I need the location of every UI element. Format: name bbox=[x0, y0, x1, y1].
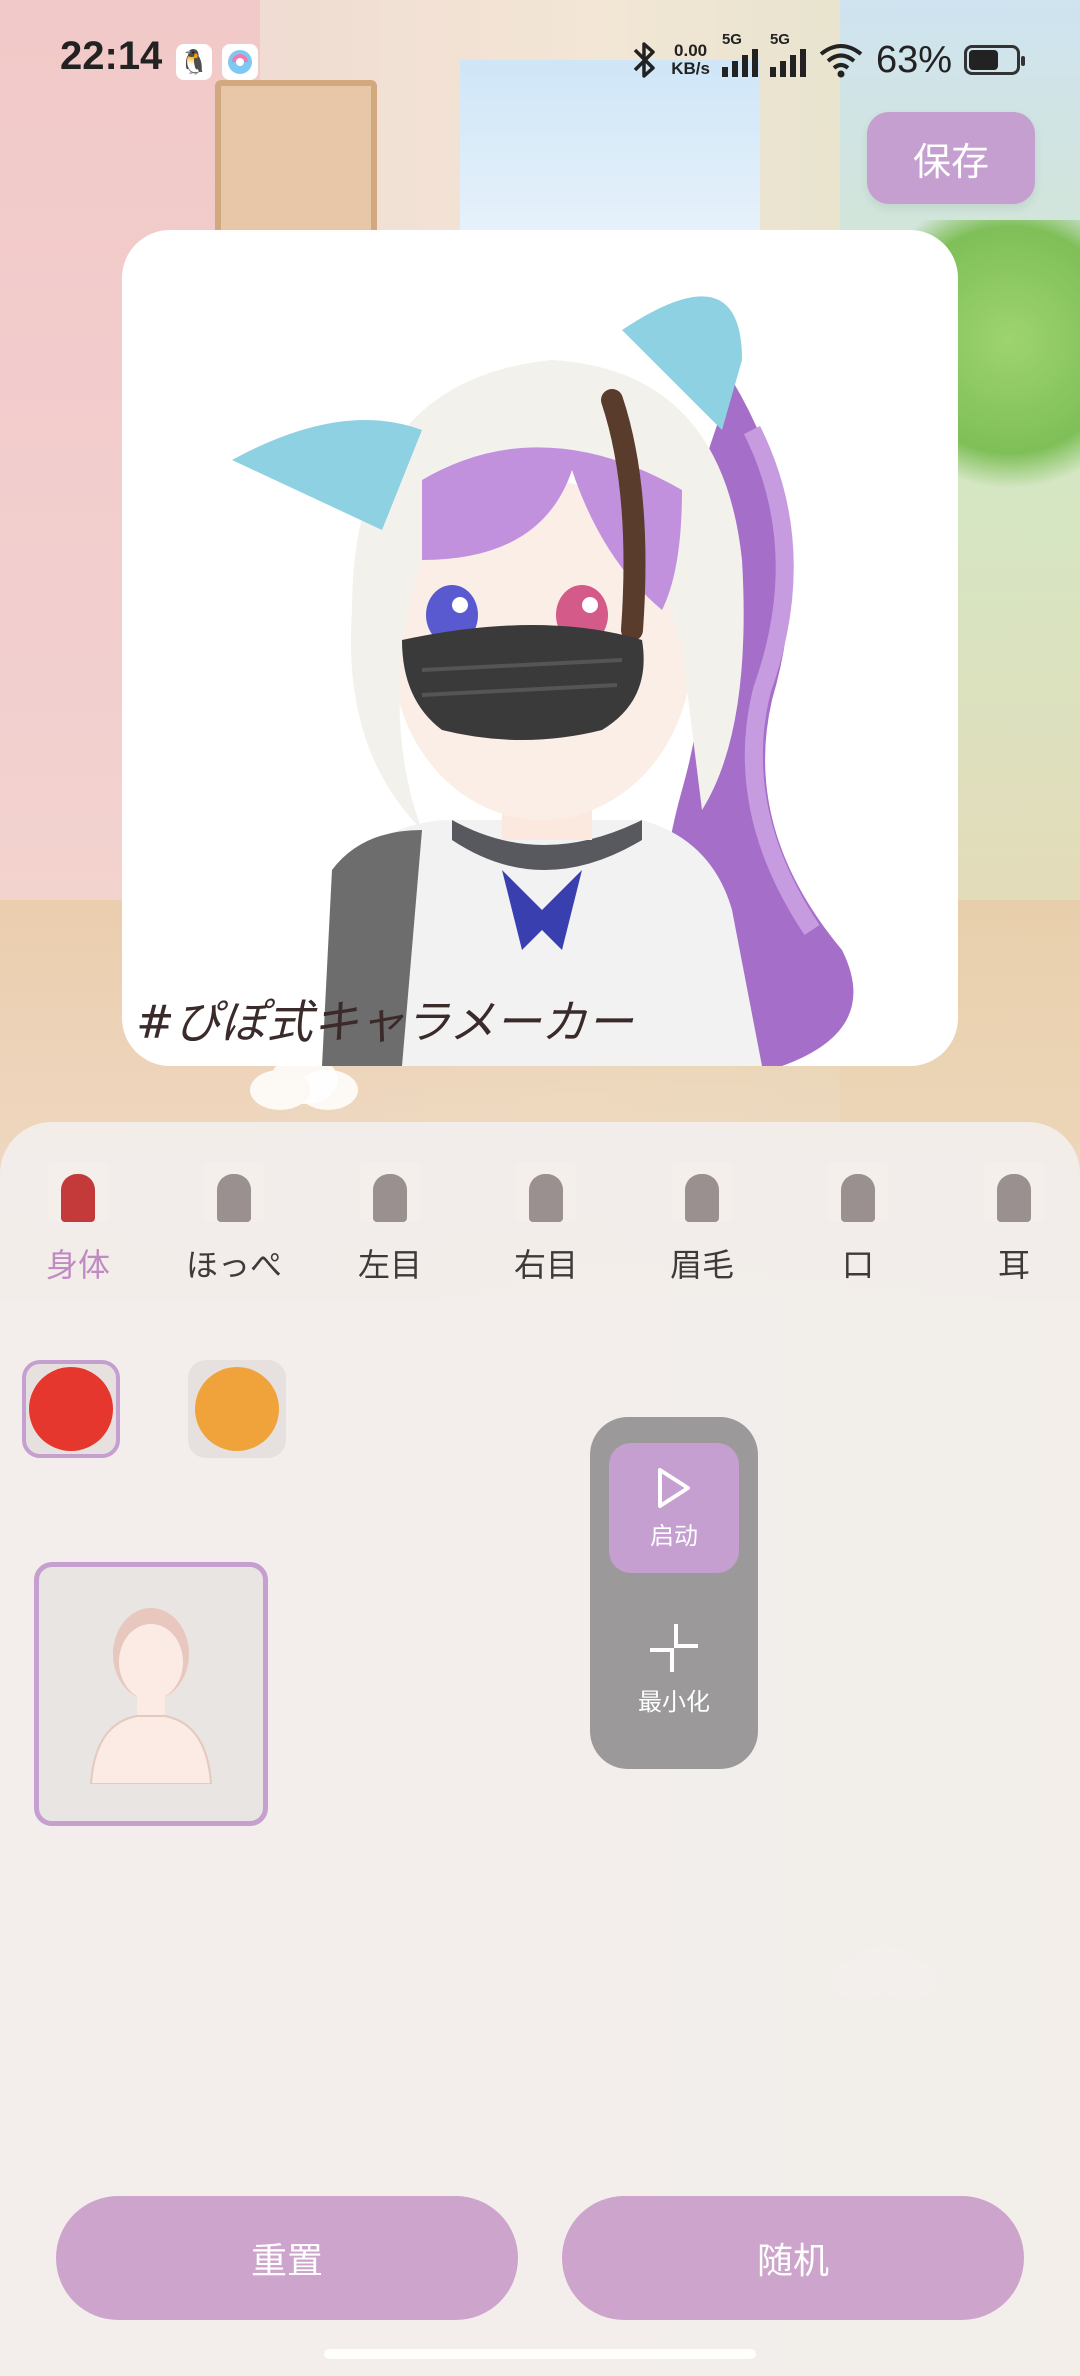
floating-control: 启动 最小化 bbox=[590, 1417, 758, 1769]
category-thumbnail bbox=[516, 1162, 576, 1222]
character-illustration bbox=[232, 296, 854, 1066]
category-thumbnail bbox=[672, 1162, 732, 1222]
minimize-label: 最小化 bbox=[638, 1687, 710, 1716]
category-label: 口 bbox=[841, 1246, 874, 1284]
category-thumbnail bbox=[828, 1162, 888, 1222]
character-preview: #ぴぽ式キャラメーカー bbox=[122, 230, 958, 1066]
signal-network-tag: 5G bbox=[721, 31, 742, 48]
category-thumbnail bbox=[48, 1162, 108, 1222]
body-base-thumbnail bbox=[89, 1608, 213, 1784]
qq-icon: 🐧 bbox=[176, 44, 212, 80]
tab-mouth[interactable]: 口 bbox=[780, 1162, 936, 1322]
category-label: 右目 bbox=[513, 1246, 578, 1284]
battery-percent: 63% bbox=[875, 38, 952, 81]
battery-fill bbox=[969, 50, 998, 70]
minimize-button[interactable]: 最小化 bbox=[609, 1603, 739, 1733]
background-cloud bbox=[250, 1070, 310, 1110]
minimize-icon bbox=[650, 1623, 698, 1672]
body-part-option[interactable] bbox=[34, 1562, 268, 1826]
category-label: 左目 bbox=[357, 1246, 422, 1284]
tab-right-eye[interactable]: 右目 bbox=[468, 1162, 624, 1322]
category-label: 眉毛 bbox=[669, 1246, 734, 1284]
category-thumbnail bbox=[984, 1162, 1044, 1222]
start-button[interactable]: 启动 bbox=[609, 1443, 739, 1573]
category-label: 耳 bbox=[997, 1246, 1030, 1284]
home-indicator[interactable] bbox=[324, 2349, 756, 2359]
status-bar: 22:14 🐧 0.00 KB/s 5G 5G 63% bbox=[0, 0, 1080, 120]
color-swatch-red[interactable] bbox=[22, 1360, 120, 1458]
bluetooth-icon bbox=[633, 42, 655, 78]
signal-icon: 5G bbox=[769, 31, 806, 77]
signal-network-tag: 5G bbox=[769, 31, 790, 48]
preview-watermark: #ぴぽ式キャラメーカー bbox=[136, 995, 634, 1049]
app-badge-icon bbox=[222, 44, 258, 80]
random-button[interactable]: 随机 bbox=[562, 2196, 1024, 2320]
network-speed: 0.00 KB/s bbox=[671, 42, 710, 78]
tab-cheeks[interactable]: ほっぺ bbox=[156, 1162, 312, 1322]
signal-icon: 5G bbox=[721, 31, 758, 77]
color-swatch-orange[interactable] bbox=[188, 1360, 286, 1458]
network-speed-value: 0.00 bbox=[674, 41, 708, 60]
battery-icon bbox=[964, 45, 1025, 75]
status-indicators: 0.00 KB/s 5G 5G 63% bbox=[631, 31, 1025, 84]
color-dot bbox=[195, 1367, 279, 1451]
category-thumbnail bbox=[204, 1162, 264, 1222]
category-tabs: 身体 ほっぺ 左目 右目 眉毛 口 耳 bbox=[0, 1162, 1080, 1322]
tab-ears[interactable]: 耳 bbox=[936, 1162, 1080, 1322]
network-speed-unit: KB/s bbox=[671, 59, 710, 78]
color-dot bbox=[29, 1367, 113, 1451]
category-thumbnail bbox=[360, 1162, 420, 1222]
tab-body[interactable]: 身体 bbox=[0, 1162, 156, 1322]
tab-left-eye[interactable]: 左目 bbox=[312, 1162, 468, 1322]
reset-button[interactable]: 重置 bbox=[56, 2196, 518, 2320]
play-icon bbox=[658, 1467, 690, 1508]
category-label: ほっぺ bbox=[185, 1246, 282, 1284]
start-label: 启动 bbox=[650, 1521, 698, 1550]
wifi-icon bbox=[819, 44, 863, 78]
status-time: 22:14 bbox=[60, 34, 163, 78]
app-screen: 22:14 🐧 0.00 KB/s 5G 5G 63% 保存 #ぴぽ式キャラメー… bbox=[0, 0, 1080, 2376]
save-button[interactable]: 保存 bbox=[867, 112, 1035, 204]
category-label: 身体 bbox=[45, 1246, 110, 1284]
tab-eyebrows[interactable]: 眉毛 bbox=[624, 1162, 780, 1322]
